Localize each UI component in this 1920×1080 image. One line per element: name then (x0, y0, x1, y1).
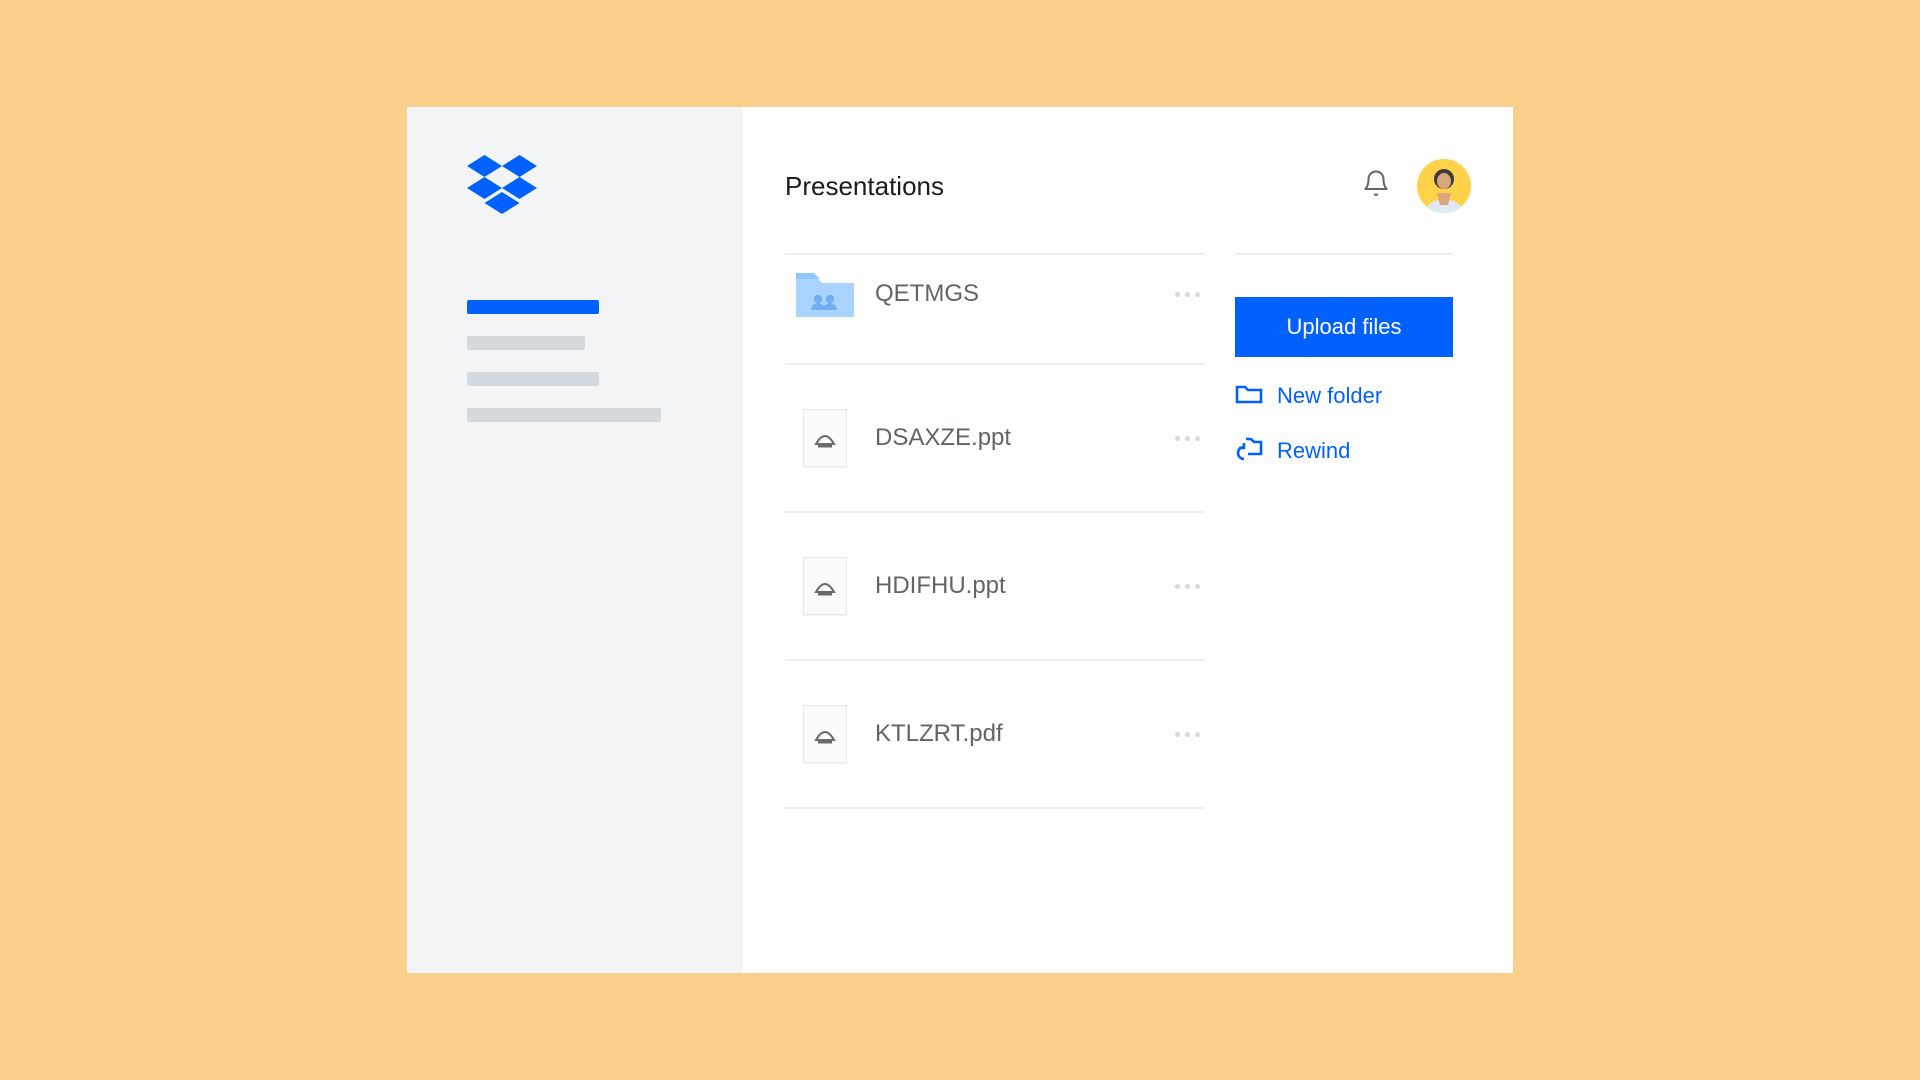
sidebar (407, 107, 743, 973)
file-row[interactable]: DSAXZE.ppt (785, 365, 1205, 513)
notifications-bell-icon[interactable] (1361, 168, 1391, 205)
file-name: KTLZRT.pdf (865, 720, 1169, 748)
more-menu-icon[interactable] (1169, 436, 1205, 441)
file-name: QETMGS (865, 280, 1169, 308)
sidebar-item-active[interactable] (467, 300, 599, 314)
action-label: New folder (1277, 383, 1382, 409)
header-actions (1361, 159, 1471, 213)
sidebar-item[interactable] (467, 408, 661, 422)
page-title: Presentations (785, 171, 944, 202)
file-name: DSAXZE.ppt (865, 424, 1169, 452)
dropbox-logo-icon[interactable] (467, 155, 687, 220)
shared-folder-icon (785, 269, 865, 319)
user-avatar[interactable] (1417, 159, 1471, 213)
new-folder-link[interactable]: New folder (1235, 381, 1453, 411)
main-content: Presentations (743, 107, 1513, 973)
content-row: QETMGS DSAXZE.ppt (785, 253, 1471, 809)
file-row-folder[interactable]: QETMGS (785, 255, 1205, 365)
more-menu-icon[interactable] (1169, 584, 1205, 589)
sidebar-item[interactable] (467, 372, 599, 386)
rewind-icon (1235, 435, 1263, 467)
header: Presentations (785, 159, 1471, 213)
more-menu-icon[interactable] (1169, 732, 1205, 737)
file-list: QETMGS DSAXZE.ppt (785, 253, 1205, 809)
document-icon (785, 557, 865, 615)
document-icon (785, 705, 865, 763)
actions-panel: Upload files New folder (1235, 253, 1453, 809)
file-row[interactable]: KTLZRT.pdf (785, 661, 1205, 809)
file-name: HDIFHU.ppt (865, 572, 1169, 600)
more-menu-icon[interactable] (1169, 292, 1205, 297)
file-row[interactable]: HDIFHU.ppt (785, 513, 1205, 661)
action-label: Rewind (1277, 438, 1350, 464)
sidebar-nav (467, 300, 687, 422)
rewind-link[interactable]: Rewind (1235, 435, 1453, 467)
document-icon (785, 409, 865, 467)
sidebar-item[interactable] (467, 336, 585, 350)
upload-files-button[interactable]: Upload files (1235, 297, 1453, 357)
app-window: Presentations (407, 107, 1513, 973)
folder-outline-icon (1235, 381, 1263, 411)
